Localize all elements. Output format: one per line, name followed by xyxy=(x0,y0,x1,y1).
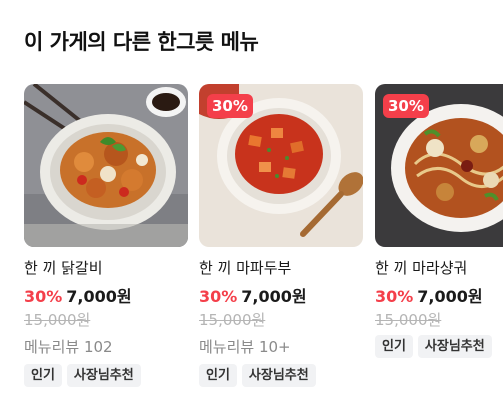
original-price: 15,000원 xyxy=(24,311,91,329)
discount-rate: 30% xyxy=(375,287,414,306)
menu-name: 한 끼 마파두부 xyxy=(199,259,292,277)
discount-badge: 30% xyxy=(207,94,253,118)
price-row: 30% 7,000원 xyxy=(199,283,363,306)
tag-popular: 인기 xyxy=(199,364,237,387)
tag-list: 인기 사장님추천 xyxy=(199,364,363,387)
discount-rate: 30% xyxy=(24,287,63,306)
sale-price: 7,000원 xyxy=(66,287,132,306)
menu-image[interactable] xyxy=(24,84,188,247)
discount-rate: 30% xyxy=(199,287,238,306)
section-title: 이 가게의 다른 한그릇 메뉴 xyxy=(24,30,259,54)
tag-list: 인기 사장님추천 xyxy=(375,335,503,358)
tag-owner-recommend: 사장님추천 xyxy=(417,335,492,358)
menu-image[interactable]: 30% xyxy=(375,84,503,247)
menu-name: 한 끼 닭갈비 xyxy=(24,259,103,277)
menu-review-count: 메뉴리뷰 102 xyxy=(24,338,113,356)
original-price: 15,000원 xyxy=(199,311,266,329)
tag-popular: 인기 xyxy=(24,364,62,387)
price-row: 30% 7,000원 xyxy=(375,283,503,306)
sale-price: 7,000원 xyxy=(241,287,307,306)
original-price: 15,000원 xyxy=(375,311,442,329)
tag-popular: 인기 xyxy=(375,335,413,358)
tag-list: 인기 사장님추천 xyxy=(24,364,188,387)
price-row: 30% 7,000원 xyxy=(24,283,188,306)
sale-price: 7,000원 xyxy=(417,287,483,306)
menu-review-count: 메뉴리뷰 10+ xyxy=(199,338,291,356)
menu-card-malaxiangguo[interactable]: 30% 한 끼 마라샹궈 30% 7,000원 15,000원 인기 사장님추천 xyxy=(375,84,503,358)
menu-card-mapotofu[interactable]: 30% 한 끼 마파두부 30% 7,000원 15,000원 메뉴리뷰 10+ … xyxy=(199,84,363,387)
tag-owner-recommend: 사장님추천 xyxy=(241,364,316,387)
menu-card-dakgalbi[interactable]: 한 끼 닭갈비 30% 7,000원 15,000원 메뉴리뷰 102 인기 사장… xyxy=(24,84,188,387)
discount-badge: 30% xyxy=(383,94,429,118)
menu-image[interactable]: 30% xyxy=(199,84,363,247)
tag-owner-recommend: 사장님추천 xyxy=(66,364,141,387)
menu-carousel[interactable]: 한 끼 닭갈비 30% 7,000원 15,000원 메뉴리뷰 102 인기 사장… xyxy=(0,84,503,404)
menu-name: 한 끼 마라샹궈 xyxy=(375,259,468,277)
